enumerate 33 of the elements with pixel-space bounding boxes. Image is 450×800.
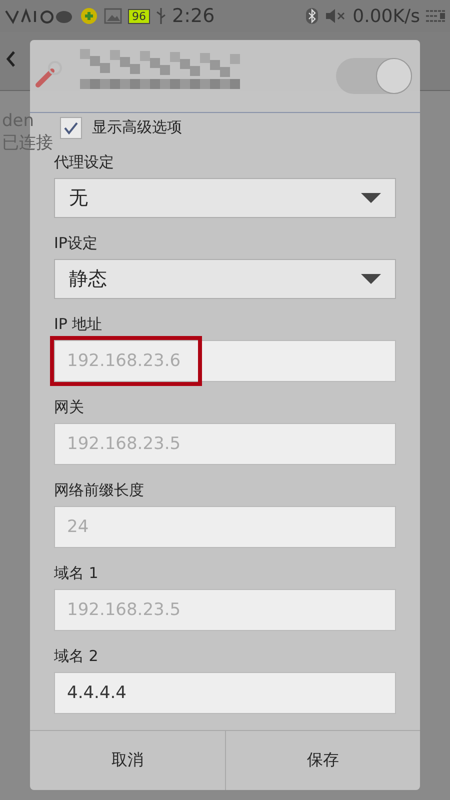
image-icon xyxy=(104,8,122,24)
network-name: den xyxy=(2,111,34,131)
wifi-toggle[interactable] xyxy=(336,58,412,94)
field-label: 域名 1 xyxy=(54,564,100,583)
input-field[interactable]: 192.168.23.5 xyxy=(54,422,396,465)
usb-icon xyxy=(156,7,166,25)
network-speed: 0.00K/s xyxy=(352,6,420,26)
app-icon xyxy=(80,7,98,25)
input-field[interactable]: 192.168.23.6 xyxy=(54,340,396,382)
check-icon xyxy=(63,120,79,135)
field-label: 域名 2 xyxy=(54,646,100,666)
dropdown[interactable]: 无 xyxy=(54,178,396,218)
brand-logo-icon xyxy=(4,7,74,25)
checkbox-label: 显示高级选项 xyxy=(92,118,182,138)
bluetooth-icon xyxy=(304,7,319,25)
field-label: 代理设定 xyxy=(54,152,115,172)
field-label: 网关 xyxy=(54,398,85,417)
dropdown-arrow-icon xyxy=(361,192,381,203)
dropdown[interactable]: 静态 xyxy=(54,258,396,299)
field-label: IP 地址 xyxy=(54,314,104,334)
mute-icon xyxy=(324,8,347,24)
dialog-button[interactable]: 保存 xyxy=(224,730,420,790)
battery-level: 96 xyxy=(128,8,150,24)
field-label: IP设定 xyxy=(54,234,98,253)
notification-icon xyxy=(426,9,446,23)
dialog-button[interactable]: 取消 xyxy=(30,730,224,790)
dropdown-arrow-icon xyxy=(361,274,381,284)
input-field[interactable]: 4.4.4.4 xyxy=(54,672,396,714)
clock: 2:26 xyxy=(172,5,215,27)
input-field[interactable]: 24 xyxy=(54,506,396,548)
checkbox[interactable] xyxy=(60,116,82,139)
field-label: 网络前缀长度 xyxy=(54,480,145,500)
input-field[interactable]: 192.168.23.5 xyxy=(54,588,396,631)
